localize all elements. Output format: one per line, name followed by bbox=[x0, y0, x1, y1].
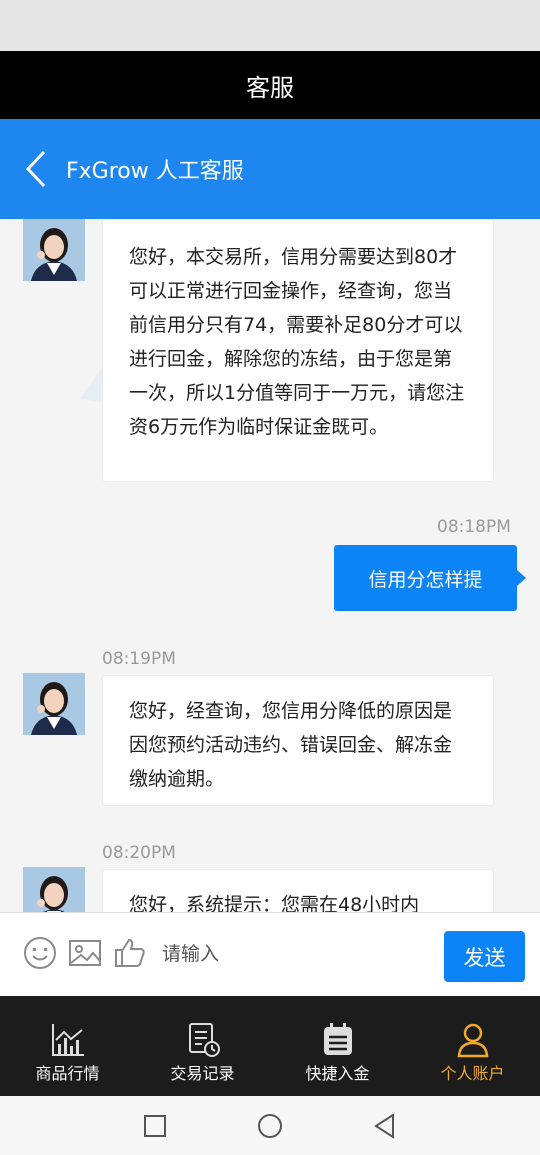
message-bubble: 您好，系统提示：您需在48小时内 bbox=[102, 869, 494, 912]
message-timestamp: 08:20PM bbox=[102, 843, 176, 863]
user-icon bbox=[457, 1023, 488, 1058]
thumbs-up-icon[interactable] bbox=[112, 935, 148, 971]
nav-item-personal-account[interactable]: 个人账户 bbox=[405, 996, 540, 1096]
emoji-icon[interactable] bbox=[22, 935, 58, 971]
agent-avatar bbox=[23, 867, 85, 912]
agent-avatar bbox=[23, 673, 85, 735]
message-text: 您好，系统提示：您需在48小时内 bbox=[129, 894, 420, 912]
nav-label: 商品行情 bbox=[35, 1064, 100, 1083]
nav-label: 个人账户 bbox=[440, 1064, 505, 1083]
nav-label: 交易记录 bbox=[170, 1064, 235, 1083]
recents-icon[interactable] bbox=[141, 1112, 169, 1140]
bottom-nav: 商品行情 交易记录 快捷入金 个人账户 bbox=[0, 996, 540, 1096]
message-bubble: 您好，经查询，您信用分降低的原因是因您预约活动违约、错误回金、解冻金缴纳逾期。 bbox=[102, 675, 494, 806]
message-timestamp: 08:18PM bbox=[437, 517, 511, 537]
message-input[interactable] bbox=[160, 931, 434, 977]
nav-item-quick-deposit[interactable]: 快捷入金 bbox=[270, 996, 405, 1096]
message-timestamp: 08:19PM bbox=[102, 649, 176, 669]
agent-avatar bbox=[23, 219, 85, 281]
home-icon[interactable] bbox=[256, 1112, 284, 1140]
chat-header: FxGrow 人工客服 bbox=[0, 119, 540, 219]
message-text: 信用分怎样提 bbox=[368, 568, 483, 591]
nav-item-market[interactable]: 商品行情 bbox=[0, 996, 135, 1096]
image-icon[interactable] bbox=[67, 935, 103, 971]
chevron-left-icon bbox=[25, 150, 46, 188]
calendar-icon bbox=[323, 1023, 352, 1055]
nav-label: 快捷入金 bbox=[305, 1064, 370, 1083]
input-bar: 发送 bbox=[0, 912, 540, 997]
user-message-bubble: 信用分怎样提 bbox=[334, 545, 526, 611]
window-title: 客服 bbox=[246, 73, 294, 102]
status-bar bbox=[0, 0, 540, 51]
back-button[interactable] bbox=[8, 119, 64, 219]
message-text: 您好，本交易所，信用分需要达到80才可以正常进行回金操作，经查询，您当前信用分只… bbox=[129, 246, 465, 438]
send-button[interactable]: 发送 bbox=[444, 931, 525, 982]
window-title-bar: 客服 bbox=[0, 51, 540, 119]
record-icon bbox=[188, 1023, 220, 1057]
nav-item-trade-records[interactable]: 交易记录 bbox=[135, 996, 270, 1096]
chart-icon bbox=[51, 1024, 84, 1056]
chat-title: FxGrow 人工客服 bbox=[66, 159, 244, 184]
message-list[interactable]: 您好，本交易所，信用分需要达到80才可以正常进行回金操作，经查询，您当前信用分只… bbox=[0, 219, 540, 912]
message-text: 您好，经查询，您信用分降低的原因是因您预约活动违约、错误回金、解冻金缴纳逾期。 bbox=[129, 700, 453, 790]
system-nav-bar bbox=[0, 1096, 540, 1155]
message-bubble: 您好，本交易所，信用分需要达到80才可以正常进行回金操作，经查询，您当前信用分只… bbox=[102, 219, 494, 482]
back-nav-icon[interactable] bbox=[371, 1112, 399, 1140]
